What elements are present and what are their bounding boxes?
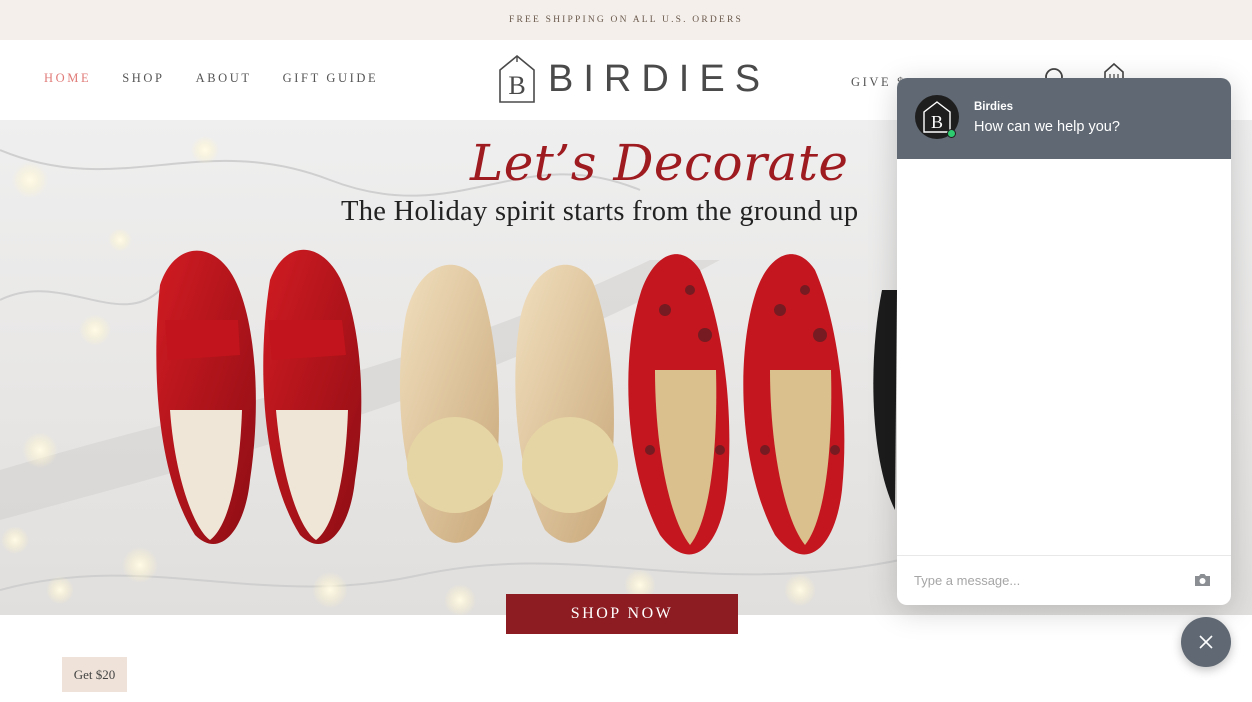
birdhouse-logo-icon: B [499,54,535,103]
logo-monogram: B [508,71,525,100]
get-20-promo-button[interactable]: Get $20 [62,657,127,692]
chat-message-input[interactable] [914,573,1174,588]
chat-close-button[interactable] [1181,617,1231,667]
hero-subtitle: The Holiday spirit starts from the groun… [341,196,859,227]
online-status-dot [947,129,956,138]
hero-script-title: Let’s Decorate [470,134,849,192]
chat-messages [897,159,1231,555]
chat-header: B Birdies How can we help you? [897,78,1231,159]
chat-widget: B Birdies How can we help you? [897,78,1231,605]
close-icon [1199,635,1213,649]
shop-now-button[interactable]: SHOP NOW [506,594,738,634]
chat-greeting: How can we help you? [974,119,1120,135]
announcement-bar: FREE SHIPPING ON ALL U.S. ORDERS [0,0,1252,40]
brand-logo[interactable]: B BIRDIES [498,54,770,104]
announcement-text: FREE SHIPPING ON ALL U.S. ORDERS [509,15,743,25]
brand-name: BIRDIES [548,57,771,100]
nav-home-link[interactable]: HOME [44,71,91,86]
birdhouse-logo-icon: B [923,101,951,133]
chat-composer [897,555,1231,605]
nav-gift-guide-link[interactable]: GIFT GUIDE [283,71,379,86]
main-nav: HOME SHOP ABOUT GIFT GUIDE [44,71,409,86]
avatar-monogram: B [931,112,943,132]
nav-about-link[interactable]: ABOUT [196,71,252,86]
chat-agent-name: Birdies [974,101,1013,113]
nav-shop-link[interactable]: SHOP [122,71,164,86]
camera-icon[interactable] [1194,573,1211,587]
